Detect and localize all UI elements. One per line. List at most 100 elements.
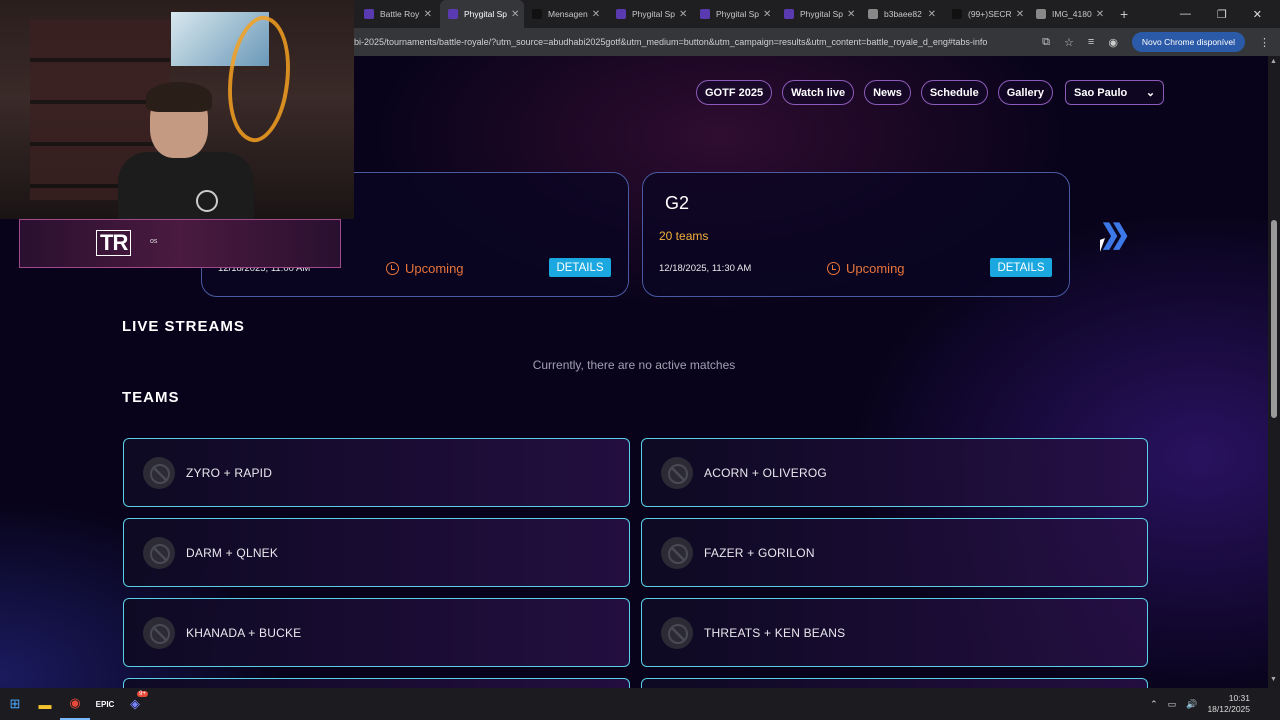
team-name: KHANADA + BUCKE — [186, 625, 302, 640]
team-placeholder-icon — [143, 616, 175, 649]
browser-tab[interactable]: Phygital Sp ✕ — [776, 0, 860, 28]
close-icon[interactable]: ✕ — [1253, 8, 1262, 21]
browser-tab[interactable]: Mensagen ✕ — [524, 0, 608, 28]
scroll-up-icon[interactable]: ▲ — [1270, 58, 1277, 65]
live-streams-title: LIVE STREAMS — [122, 318, 245, 335]
close-tab-icon[interactable]: ✕ — [588, 9, 600, 20]
team-card[interactable] — [641, 678, 1148, 688]
translate-icon[interactable]: ⧉ — [1042, 36, 1050, 49]
tiktok-icon — [952, 9, 962, 19]
notification-badge: 9+ — [137, 691, 148, 697]
browser-tab-label: Phygital Sp — [716, 9, 759, 19]
tab-favicon — [448, 9, 458, 19]
star-icon[interactable]: ☆ — [1064, 36, 1074, 49]
minimize-icon[interactable]: — — [1180, 8, 1191, 20]
match-status: Upcoming — [827, 261, 905, 276]
team-name: THREATS + KEN BEANS — [704, 625, 846, 640]
globe-icon — [1036, 9, 1046, 19]
nav-news[interactable]: News — [864, 80, 911, 105]
match-status-label: Upcoming — [405, 261, 464, 276]
nav-schedule[interactable]: Schedule — [920, 80, 988, 105]
new-tab-button[interactable]: + — [1112, 0, 1136, 28]
maximize-icon[interactable]: ❐ — [1217, 8, 1227, 21]
match-teams-count: 20 teams — [659, 229, 709, 243]
globe-icon — [868, 9, 878, 19]
team-card[interactable]: ACORN + OLIVEROG — [641, 438, 1148, 507]
update-chrome-button[interactable]: Novo Chrome disponível — [1131, 32, 1245, 52]
browser-tab-label: Phygital Sp — [800, 9, 843, 19]
match-status-label: Upcoming — [846, 261, 905, 276]
page-scrollbar[interactable]: ▲ ▼ — [1268, 56, 1280, 688]
browser-tab-label: Phygital Sp — [464, 9, 507, 19]
epic-games-icon[interactable]: EPIC — [90, 688, 120, 720]
close-tab-icon[interactable]: ✕ — [1092, 9, 1104, 20]
close-tab-icon[interactable]: ✕ — [507, 9, 519, 20]
browser-tab[interactable]: (99+)SECR ✕ — [944, 0, 1028, 28]
stream-overlay-bar: TR os — [19, 219, 341, 268]
media-icon[interactable]: ≡ — [1088, 36, 1094, 48]
shirt-badge — [196, 190, 218, 212]
overlay-logo: TR — [96, 230, 132, 256]
close-tab-icon[interactable]: ✕ — [1012, 9, 1024, 20]
mouse-cursor — [1100, 238, 1105, 252]
streamer — [118, 82, 254, 219]
team-card[interactable]: DARM + QLNEK — [123, 518, 630, 587]
browser-tab-label: Phygital Sp — [632, 9, 675, 19]
browser-tab[interactable]: IMG_4180 ✕ — [1028, 0, 1112, 28]
team-card[interactable]: ZYRO + RAPID — [123, 438, 630, 507]
close-tab-icon[interactable]: ✕ — [759, 9, 771, 20]
team-placeholder-icon — [661, 456, 693, 489]
windows-start-icon[interactable]: ⊞ — [0, 688, 30, 720]
city-select[interactable]: Sao Paulo ⌄ — [1065, 80, 1165, 105]
browser-tab[interactable]: Phygital Sp ✕ — [440, 0, 524, 28]
nav-watch-live[interactable]: Watch live — [782, 80, 855, 105]
match-status: Upcoming — [386, 261, 464, 276]
details-button[interactable]: DETAILS — [990, 258, 1052, 277]
network-icon[interactable]: ▭ — [1168, 699, 1177, 710]
file-explorer-icon[interactable]: ▬ — [30, 688, 60, 720]
system-clock[interactable]: 10:31 18/12/2025 — [1207, 693, 1250, 715]
team-card[interactable] — [123, 678, 630, 688]
volume-icon[interactable]: 🔊 — [1186, 699, 1197, 710]
streamer-hair — [146, 82, 212, 112]
nav-gallery[interactable]: Gallery — [997, 80, 1054, 105]
team-card[interactable]: FAZER + GORILON — [641, 518, 1148, 587]
menu-icon[interactable]: ⋮ — [1259, 36, 1270, 49]
team-card[interactable]: KHANADA + BUCKE — [123, 598, 630, 667]
browser-tab[interactable]: Battle Roy ✕ — [356, 0, 440, 28]
clock-icon — [386, 262, 399, 275]
chrome-icon[interactable]: ◉ — [60, 688, 90, 720]
chevron-up-icon[interactable]: ⌃ — [1150, 699, 1158, 710]
discord-icon[interactable]: ◈ 9+ — [120, 688, 150, 720]
tab-favicon — [784, 9, 794, 19]
overlay-small-text: os — [150, 238, 158, 245]
close-tab-icon[interactable]: ✕ — [675, 9, 687, 20]
url-field[interactable]: bi-2025/tournaments/battle-royale/?utm_s… — [354, 37, 987, 47]
team-name: ZYRO + RAPID — [186, 465, 273, 480]
tab-favicon — [700, 9, 710, 19]
close-tab-icon[interactable]: ✕ — [420, 9, 432, 20]
browser-tab-label: b3baee82 — [884, 9, 922, 19]
nav-gotf-2025[interactable]: GOTF 2025 — [696, 80, 773, 105]
browser-tab-label: (99+)SECR — [968, 9, 1012, 19]
close-tab-icon[interactable]: ✕ — [924, 9, 936, 20]
team-card[interactable]: THREATS + KEN BEANS — [641, 598, 1148, 667]
match-date: 12/18/2025, 11:30 AM — [659, 263, 752, 274]
details-button[interactable]: DETAILS — [549, 258, 611, 277]
tab-favicon — [364, 9, 374, 19]
tiktok-icon — [532, 9, 542, 19]
browser-tab[interactable]: Phygital Sp ✕ — [608, 0, 692, 28]
team-name: FAZER + GORILON — [704, 545, 815, 560]
streamer-shirt — [118, 152, 254, 219]
team-placeholder-icon — [661, 536, 693, 569]
browser-tab[interactable]: Phygital Sp ✕ — [692, 0, 776, 28]
scroll-thumb[interactable] — [1271, 220, 1277, 418]
profile-icon[interactable]: ◉ — [1108, 36, 1118, 49]
scroll-down-icon[interactable]: ▼ — [1270, 676, 1277, 683]
taskbar: ⊞ ▬ ◉ EPIC ◈ 9+ ⌃ ▭ 🔊 10:31 18/12/2025 — [0, 688, 1280, 720]
clock-time: 10:31 — [1228, 693, 1250, 703]
close-tab-icon[interactable]: ✕ — [843, 9, 855, 20]
top-nav: GOTF 2025 Watch live News Schedule Galle… — [696, 80, 1165, 105]
system-tray: ⌃ ▭ 🔊 10:31 18/12/2025 — [1150, 693, 1280, 715]
browser-tab[interactable]: b3baee82 ✕ — [860, 0, 944, 28]
